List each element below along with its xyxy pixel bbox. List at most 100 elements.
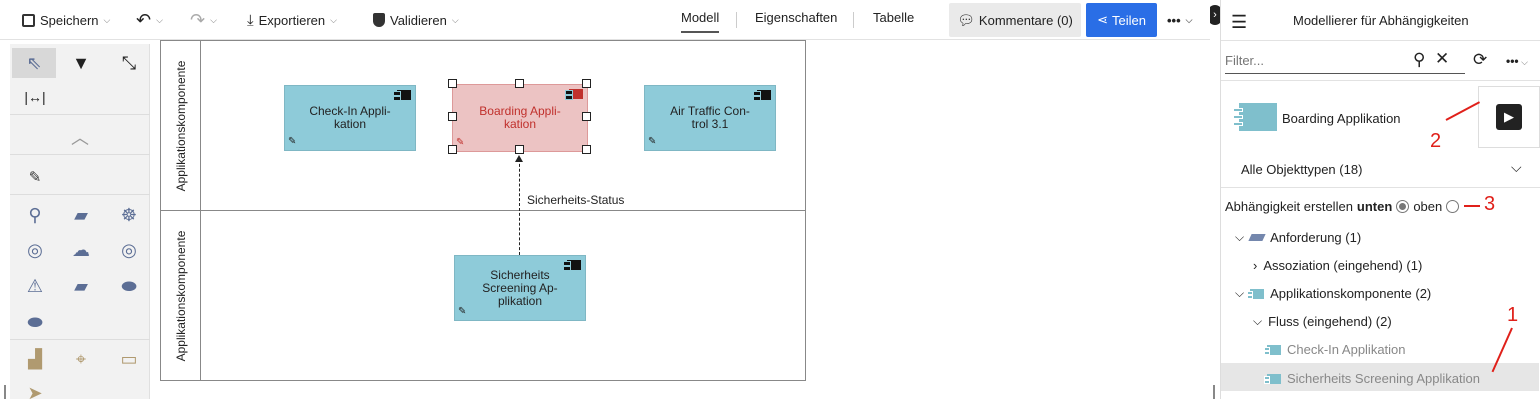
pencil-icon[interactable]: ✎ (22, 166, 48, 188)
target-icon[interactable]: ◎ (22, 239, 48, 261)
resize-handle[interactable] (448, 79, 457, 88)
object-types-dropdown-label[interactable]: Alle Objekttypen (18) (1241, 162, 1362, 177)
resize-handle[interactable] (448, 112, 457, 121)
component-icon (753, 90, 771, 101)
stairs-icon[interactable]: ▟ (22, 348, 48, 370)
helm-icon[interactable]: ☸ (116, 204, 142, 226)
divider (10, 194, 150, 195)
export-label: Exportieren (258, 12, 326, 28)
tab-divider (736, 12, 737, 28)
dependency-edge[interactable] (519, 159, 520, 255)
filter-input[interactable] (1225, 48, 1405, 72)
save-label: Speichern (40, 12, 99, 28)
goal-icon[interactable]: ◎ (116, 239, 142, 261)
component-icon (1264, 344, 1281, 355)
tree-item-application-component[interactable]: ⌵ Applikationskomponente (2) (1235, 286, 1431, 301)
diagram-canvas[interactable]: Applikationskomponente Applikationskompo… (160, 40, 806, 381)
redo-icon: ↷ (190, 9, 206, 30)
chevron-down-icon: ⌵ (210, 14, 217, 25)
chevron-down-icon: ⌵ (451, 14, 459, 25)
resize-handle[interactable] (582, 145, 591, 154)
requirement-icon (1248, 234, 1266, 241)
tree-item-association[interactable]: › Assoziation (eingehend) (1) (1253, 258, 1422, 273)
share-button[interactable]: ⋖ Teilen (1086, 3, 1157, 37)
node-label: Check-In Appli- kation (309, 104, 391, 131)
radio-down[interactable] (1396, 200, 1410, 213)
hamburger-menu-icon[interactable]: ☰ (1231, 12, 1247, 33)
resize-handle[interactable] (582, 112, 591, 121)
tab-model[interactable]: Modell (681, 10, 720, 33)
pencil-icon[interactable]: ✎ (458, 305, 466, 318)
more-dots-icon[interactable]: ••• ⌵ (1506, 54, 1528, 68)
node-boarding-application[interactable]: Boarding Appli- kation ✎ (452, 84, 588, 152)
save-button[interactable]: Speichern ⌵ (22, 8, 110, 32)
node-air-traffic-control[interactable]: Air Traffic Con- trol 3.1 ✎ (644, 85, 776, 151)
cylinder-icon[interactable]: ⬬ (116, 275, 142, 297)
component-icon (565, 89, 583, 100)
tree-label: Sicherheits Screening Applikation (1287, 371, 1480, 386)
radio-up[interactable] (1446, 200, 1460, 213)
undo-icon: ↶ (136, 9, 152, 30)
validate-button[interactable]: Validieren ⌵ (373, 8, 459, 32)
component-icon (1264, 373, 1281, 384)
pencil-icon[interactable]: ✎ (456, 136, 464, 149)
parallelogram-icon[interactable]: ▰ (68, 275, 94, 297)
share-icon: ⋖ (1097, 12, 1108, 27)
search-icon[interactable]: ⚲ (1413, 50, 1425, 70)
tab-table[interactable]: Tabelle (873, 10, 914, 25)
resize-icon[interactable]: ⤡ (116, 52, 142, 74)
tree-item-requirement[interactable]: ⌵ Anforderung (1) (1235, 230, 1361, 245)
search-shape-icon[interactable]: ⚲ (22, 204, 48, 226)
more-button[interactable]: ••• ⌵ (1167, 8, 1192, 32)
node-label: Boarding Appli- kation (479, 104, 561, 131)
refresh-icon[interactable]: ⟳ (1473, 50, 1487, 70)
divider (1221, 187, 1540, 188)
target-arrow-icon[interactable]: ⌖ (68, 348, 94, 370)
pencil-icon[interactable]: ✎ (288, 135, 296, 148)
parallelogram-icon[interactable]: ▰ (68, 204, 94, 226)
filter-field[interactable]: ⚲ ✕ (1225, 48, 1465, 74)
redo-button[interactable]: ↷ ⌵ (190, 8, 217, 32)
tab-properties[interactable]: Eigenschaften (755, 10, 837, 25)
resize-handle[interactable] (515, 145, 524, 154)
close-icon[interactable]: ✕ (1435, 49, 1449, 69)
node-checkin-application[interactable]: Check-In Appli- kation ✎ (284, 85, 416, 151)
chevron-down-icon: ⌵ (1235, 230, 1245, 244)
shield-check-icon (373, 13, 385, 27)
component-icon (393, 90, 411, 101)
chevron-down-icon: ⌵ (1235, 286, 1245, 300)
chevron-right-icon: › (1253, 258, 1258, 273)
create-dependency-row: Abhängigkeit erstellen unten oben (1225, 199, 1460, 214)
node-label: Air Traffic Con- trol 3.1 (670, 104, 750, 131)
speech-bubble-icon: 💬︎ (957, 11, 975, 28)
chevron-shape-icon[interactable]: ➤ (22, 382, 48, 404)
resize-handle[interactable] (582, 79, 591, 88)
pointer-tool-icon[interactable]: ⇖ (12, 48, 56, 78)
resize-handle[interactable] (448, 145, 457, 154)
tree-item-flow[interactable]: ⌵ Fluss (eingehend) (2) (1253, 314, 1392, 329)
divider (10, 154, 150, 155)
node-security-screening[interactable]: Sicherheits Screening Ap- plikation ✎ (454, 255, 586, 321)
tree-label: Anforderung (1) (1270, 230, 1362, 245)
chevron-down-icon: ⌵ (103, 14, 111, 25)
play-button[interactable]: ▶ (1478, 86, 1540, 148)
pencil-icon[interactable]: ✎ (648, 135, 656, 148)
comments-button[interactable]: 💬︎ Kommentare (0) (949, 3, 1081, 37)
battery-icon[interactable]: ▭ (116, 348, 142, 370)
chevron-down-icon[interactable]: ⌵ (1511, 159, 1522, 176)
tree-item-security-screening[interactable]: Sicherheits Screening Applikation (1264, 371, 1480, 386)
ellipse-icon[interactable]: ⬬ (22, 311, 48, 333)
warning-box-icon[interactable]: ⚠ (22, 275, 48, 297)
divider (10, 339, 150, 340)
cloud-icon[interactable]: ☁ (68, 239, 94, 261)
fit-width-icon[interactable]: |↔| (22, 86, 48, 108)
resize-handle[interactable] (515, 79, 524, 88)
export-button[interactable]: ⤓ Exportieren ⌵ (247, 8, 337, 32)
tree-label: Check-In Applikation (1287, 342, 1406, 357)
share-label: Teilen (1111, 12, 1146, 28)
tree-item-checkin[interactable]: Check-In Applikation (1264, 342, 1406, 357)
undo-button[interactable]: ↶ ⌵ (136, 8, 163, 32)
annotation-number: 3 (1484, 193, 1496, 215)
filter-icon[interactable]: ▼ (68, 52, 94, 74)
chevron-up-icon[interactable]: ︿ (67, 126, 93, 148)
